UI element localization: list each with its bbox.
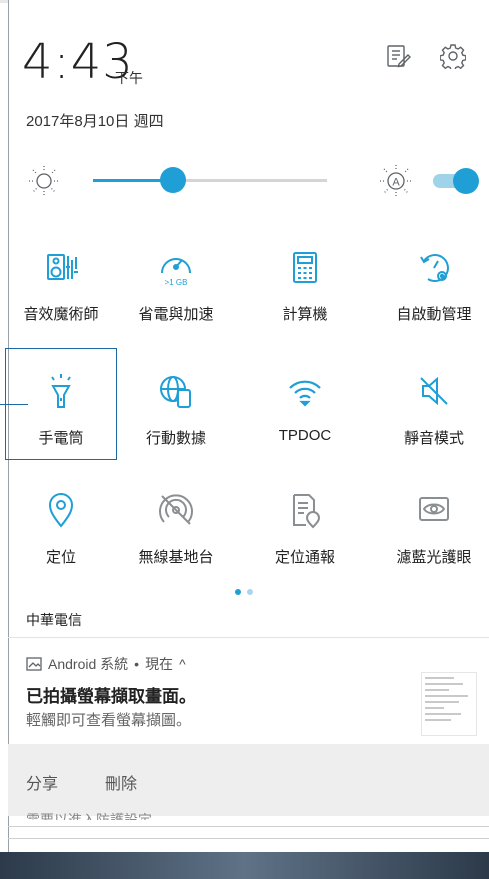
brightness-auto-icon[interactable]: A [378, 163, 414, 199]
location-report-icon [285, 490, 325, 530]
tile-label: 濾藍光護眼 [396, 549, 472, 566]
tile-hotspot[interactable]: 無線基地台 [121, 468, 231, 578]
mute-icon [414, 371, 454, 411]
tile-eye-care[interactable]: 濾藍光護眼 [379, 468, 489, 578]
calculator-icon [285, 247, 325, 287]
tile-label: 音效魔術師 [23, 306, 99, 323]
brightness-low-icon [26, 163, 62, 199]
notification-title[interactable]: 已拍攝螢幕擷取畫面。 [26, 682, 196, 707]
tile-flashlight[interactable]: 手電筒 [5, 348, 117, 460]
tile-audio-wizard[interactable]: 音效魔術師 [6, 225, 116, 335]
page-dot-active [235, 589, 241, 595]
notification-body[interactable]: 輕觸即可查看螢幕擷圖。 [26, 709, 191, 730]
mobile-data-icon [156, 371, 196, 411]
notification-actions: 分享 刪除 [8, 744, 489, 816]
speedometer-boost-icon: >1 GB [156, 247, 196, 287]
tile-mute[interactable]: 靜音模式 [379, 349, 489, 459]
brightness-slider[interactable] [93, 167, 327, 193]
chevron-up-icon[interactable]: ^ [179, 656, 186, 672]
image-icon [26, 657, 42, 671]
tile-calculator[interactable]: 計算機 [250, 225, 360, 335]
tile-label: TPDOC [278, 427, 332, 444]
wallpaper-strip [0, 852, 489, 879]
divider [8, 826, 489, 827]
tile-auto-start[interactable]: 自啟動管理 [379, 225, 489, 335]
divider [8, 838, 489, 839]
clock-ampm: 下午 [115, 70, 143, 86]
toggle-thumb [453, 168, 479, 194]
tile-location-report[interactable]: 定位通報 [250, 468, 360, 578]
edit-list-icon[interactable] [384, 42, 412, 70]
tile-label: 定位通報 [274, 549, 335, 566]
flashlight-icon [41, 371, 81, 411]
tile-power-boost[interactable]: >1 GB 省電與加速 [121, 225, 231, 335]
tile-label: 自啟動管理 [396, 306, 472, 323]
carrier-label: 中華電信 [26, 612, 82, 628]
tile-location[interactable]: 定位 [6, 468, 116, 578]
tile-label: 手電筒 [38, 430, 84, 447]
notification-separator: • [134, 656, 140, 672]
notification-app: Android 系統 [48, 656, 129, 672]
tile-wifi[interactable]: TPDOC [250, 349, 360, 459]
notification-time: 現在 [145, 656, 174, 672]
svg-text:A: A [392, 177, 400, 189]
screenshot-thumbnail[interactable] [421, 672, 477, 736]
tile-label: 無線基地台 [138, 549, 214, 566]
tile-label: 定位 [45, 549, 76, 566]
svg-text:>1 GB: >1 GB [165, 278, 188, 287]
auto-brightness-toggle[interactable] [431, 168, 481, 194]
page-indicator [235, 589, 253, 595]
gear-icon[interactable] [439, 42, 467, 70]
delete-button[interactable]: 刪除 [105, 770, 137, 794]
tile-label: 省電與加速 [138, 306, 214, 323]
auto-start-manager-icon [414, 247, 454, 287]
audio-wizard-icon [41, 247, 81, 287]
hotspot-off-icon [156, 490, 196, 530]
brightness-slider-thumb[interactable] [159, 167, 186, 193]
location-icon [41, 490, 81, 530]
tile-label: 靜音模式 [403, 430, 464, 447]
tile-mobile-data[interactable]: 行動數據 [121, 349, 231, 459]
eye-care-icon [414, 490, 454, 530]
divider [8, 637, 489, 638]
date-label: 2017年8月10日 週四 [26, 113, 164, 130]
tile-label: 計算機 [282, 306, 328, 323]
share-button[interactable]: 分享 [26, 770, 58, 794]
tile-label: 行動數據 [145, 430, 206, 447]
notification-header[interactable]: Android 系統 • 現在 ^ [26, 654, 186, 674]
page-dot[interactable] [247, 589, 253, 595]
wifi-icon [285, 371, 325, 411]
next-notification-partial[interactable]: 需要以進入防護設定 [26, 812, 152, 820]
